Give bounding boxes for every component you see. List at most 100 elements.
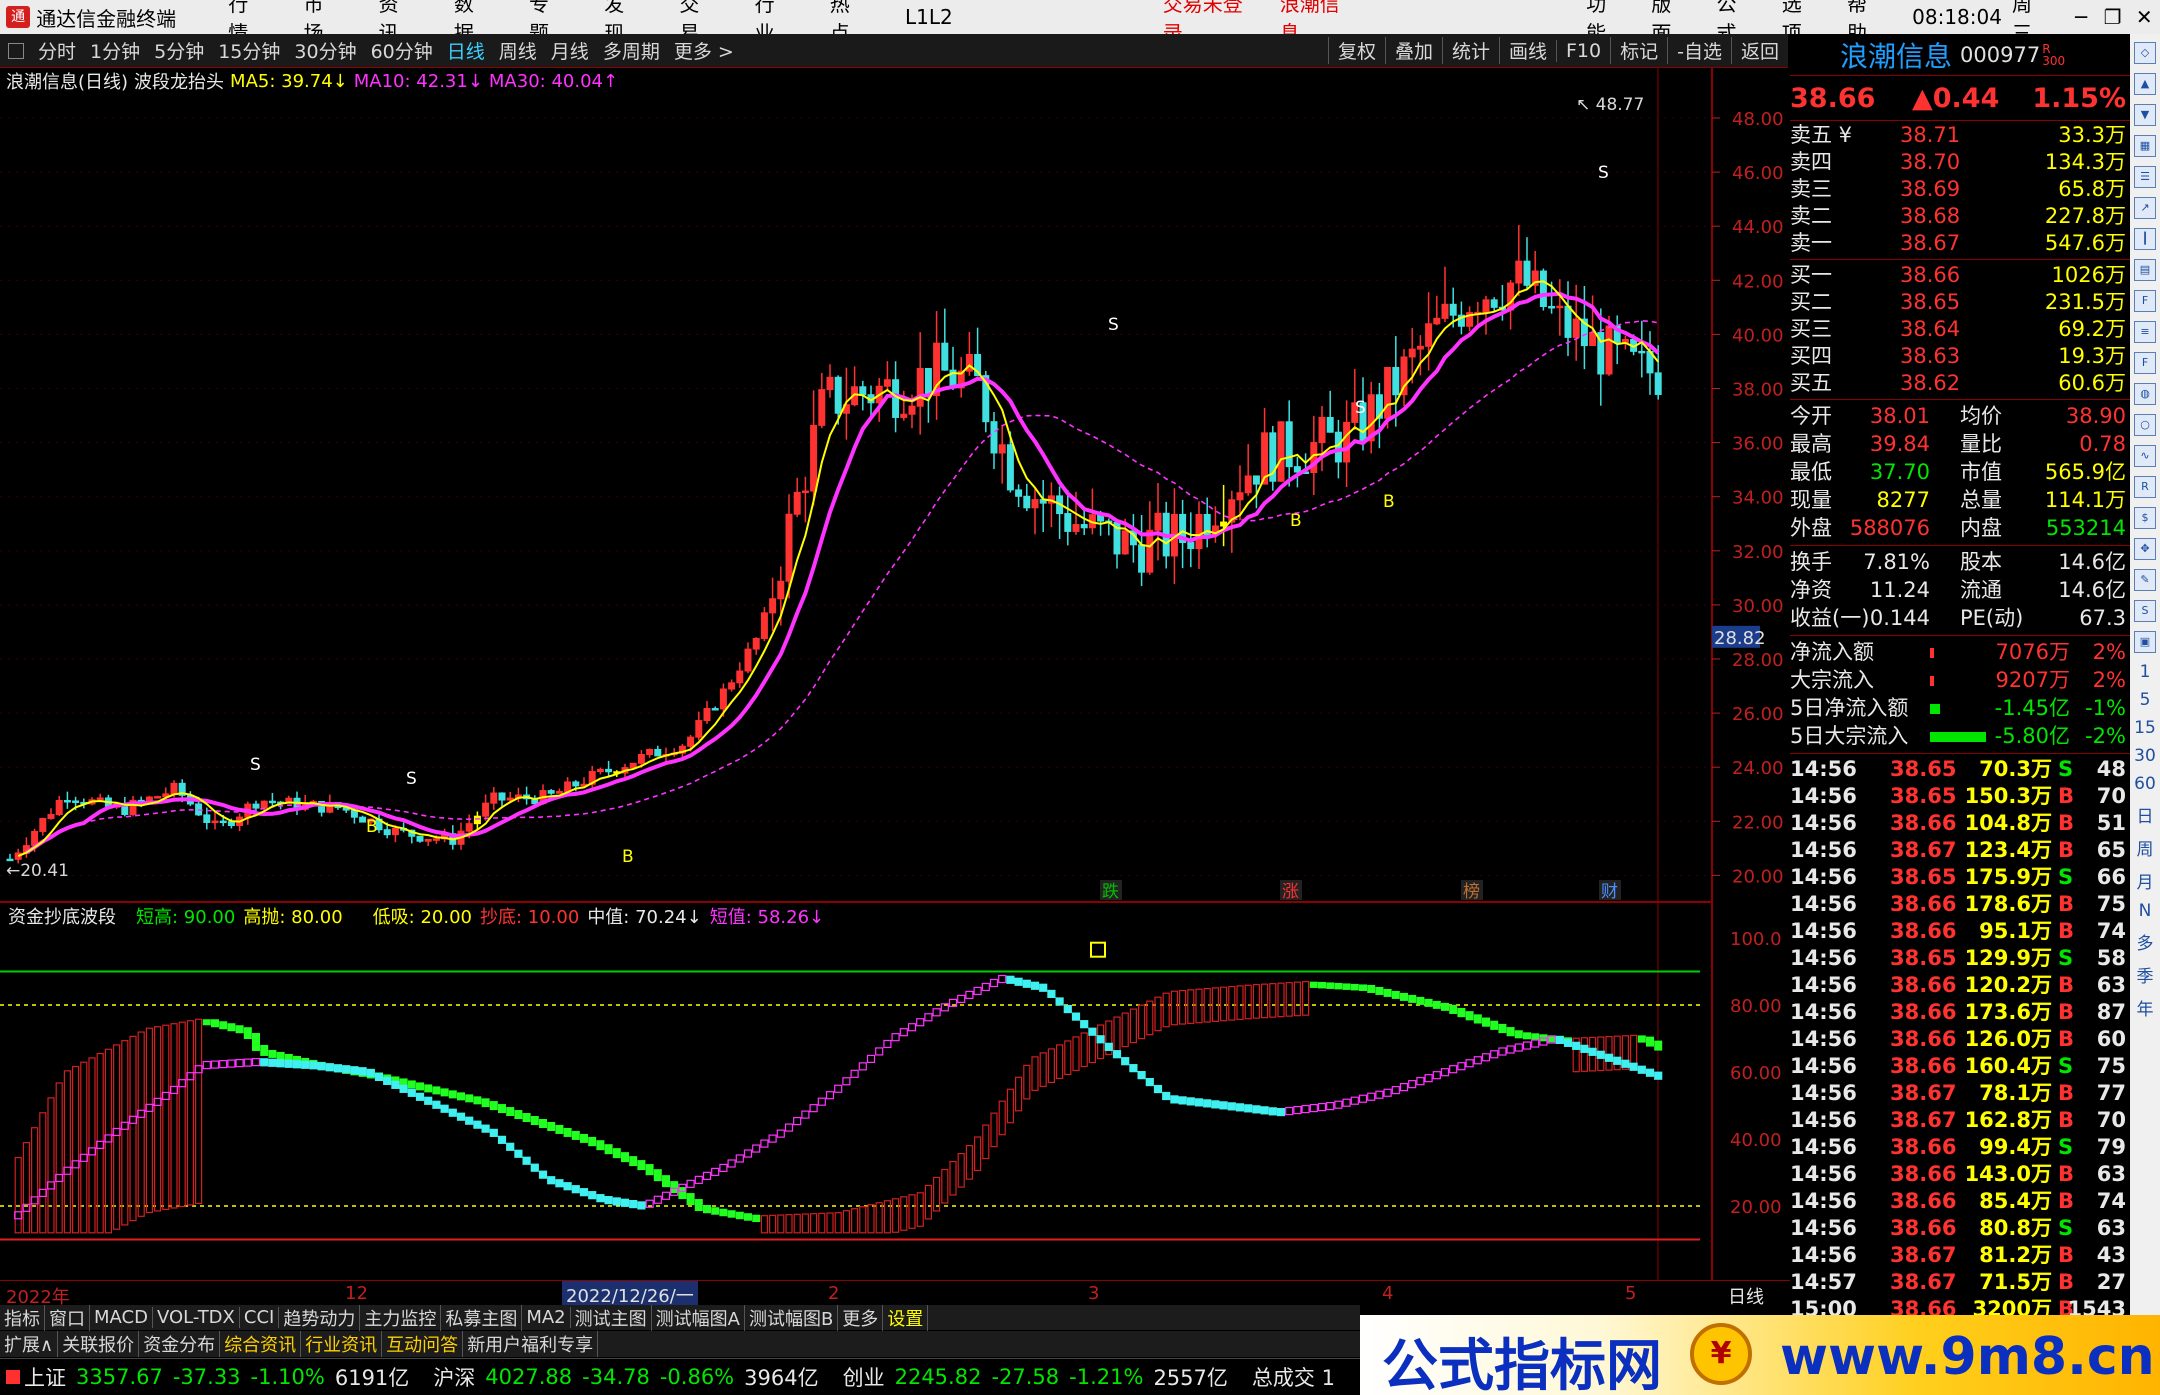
indicator-tab[interactable]: 指标 xyxy=(0,1304,45,1331)
f10-button[interactable]: F10 xyxy=(1556,39,1610,62)
indicator-tab[interactable]: 私募主图 xyxy=(441,1304,523,1331)
fuquan-button[interactable]: 复权 xyxy=(1327,37,1385,64)
ask-row[interactable]: 卖二 38.68 227.8万 xyxy=(1790,203,2130,230)
index-field[interactable]: 创业 xyxy=(843,1362,885,1392)
sidebar-1[interactable]: 1 xyxy=(2130,662,2160,682)
index-field[interactable]: 上证 xyxy=(24,1362,66,1392)
mark-button[interactable]: 标记 xyxy=(1610,37,1667,64)
list-icon[interactable]: ≡ xyxy=(2134,321,2156,343)
pen-icon[interactable]: ✎ xyxy=(2134,569,2156,591)
indicator-tab[interactable]: 测试幅图A xyxy=(652,1304,745,1331)
tab-period-day[interactable]: 日线 xyxy=(447,37,485,64)
indicator-tab[interactable]: MA2 xyxy=(522,1307,571,1328)
tab-period-multi[interactable]: 多周期 xyxy=(603,37,660,64)
tab-period-fenshi[interactable]: 分时 xyxy=(38,37,76,64)
sidebar-quarter[interactable]: 季 xyxy=(2130,962,2160,987)
tab-period-more[interactable]: 更多 > xyxy=(674,37,734,64)
indicator-name[interactable]: 资金抄底波段 xyxy=(8,903,116,929)
extension-tab[interactable]: 新用户福利专享 xyxy=(463,1331,599,1357)
tab-period-month[interactable]: 月线 xyxy=(551,37,589,64)
restore-icon[interactable]: ❐ xyxy=(2097,5,2129,29)
sidebar-year[interactable]: 年 xyxy=(2130,995,2160,1020)
collapse-icon[interactable]: ◇ xyxy=(2134,42,2156,64)
stats-button[interactable]: 统计 xyxy=(1441,37,1499,64)
indicator-tab[interactable]: 窗口 xyxy=(45,1304,90,1331)
sidebar-multi[interactable]: 多 xyxy=(2130,929,2160,954)
tab-period-60min[interactable]: 60分钟 xyxy=(371,37,433,64)
tab-period-week[interactable]: 周线 xyxy=(499,37,537,64)
menu-item-l1l2[interactable]: L1L2 xyxy=(905,5,953,29)
bar-chart-icon[interactable]: ▦ xyxy=(2134,135,2156,157)
extension-tab[interactable]: 扩展∧ xyxy=(0,1331,59,1357)
sidebar-60[interactable]: 60 xyxy=(2130,774,2160,794)
table-icon[interactable]: ☰ xyxy=(2134,166,2156,188)
grid-icon[interactable]: ▤ xyxy=(2134,259,2156,281)
close-icon[interactable]: ✕ xyxy=(2128,5,2160,29)
short-mark xyxy=(711,1167,720,1177)
indicator-tab[interactable]: 设置 xyxy=(883,1304,929,1331)
extension-tab[interactable]: 行业资讯 xyxy=(301,1331,383,1357)
f10-icon[interactable]: F xyxy=(2134,352,2156,374)
index-field: 4027.88 xyxy=(485,1365,573,1389)
sidebar-week[interactable]: 周 xyxy=(2130,835,2160,860)
board-icon[interactable]: ▣ xyxy=(2134,631,2156,653)
rsi-icon[interactable]: R xyxy=(2134,476,2156,498)
indicator-tab[interactable]: 测试主图 xyxy=(571,1304,652,1331)
tab-period-5min[interactable]: 5分钟 xyxy=(154,37,204,64)
extension-tab[interactable]: 互动问答 xyxy=(382,1331,464,1357)
up-arrow-icon[interactable]: ▲ xyxy=(2134,73,2156,95)
indicator-tab[interactable]: CCI xyxy=(240,1307,280,1328)
sidebar-15[interactable]: 15 xyxy=(2130,718,2160,738)
overlay-button[interactable]: 叠加 xyxy=(1384,37,1442,64)
tab-period-30min[interactable]: 30分钟 xyxy=(294,37,356,64)
sidebar-30[interactable]: 30 xyxy=(2130,746,2160,766)
indicator-tab[interactable]: 测试幅图B xyxy=(745,1304,839,1331)
draw-button[interactable]: 画线 xyxy=(1498,37,1556,64)
bid-row[interactable]: 买二 38.65 231.5万 xyxy=(1790,289,2130,316)
minimize-icon[interactable]: ─ xyxy=(2065,5,2097,29)
wave-icon[interactable]: ∿ xyxy=(2134,445,2156,467)
kline-chart-area[interactable]: ↖ 48.77 ←20.41 S S S S S B B B B 跌 涨 榜 财 48.00 46.00 44.… xyxy=(0,68,1790,1280)
ask-row[interactable]: 卖三 38.69 65.8万 xyxy=(1790,176,2130,203)
kline-icon[interactable]: ┃ xyxy=(2134,228,2156,250)
down-arrow-icon[interactable]: ▼ xyxy=(2134,104,2156,126)
short-mark xyxy=(1440,1068,1450,1077)
sidebar-n[interactable]: N xyxy=(2130,901,2160,921)
indicator-tab[interactable]: 更多 xyxy=(838,1304,884,1331)
bid-row[interactable]: 买五 38.62 60.6万 xyxy=(1790,370,2130,397)
sidebar-month[interactable]: 月 xyxy=(2130,868,2160,893)
sidebar-day[interactable]: 日 xyxy=(2130,802,2160,827)
alarm-icon[interactable]: $ xyxy=(2134,507,2156,529)
short-mark xyxy=(1391,1086,1400,1095)
extension-tab[interactable]: 关联报价 xyxy=(58,1331,140,1357)
indicator-tab[interactable]: 趋势动力 xyxy=(279,1304,361,1331)
back-button[interactable]: 返回 xyxy=(1730,37,1788,64)
fund-icon[interactable]: F xyxy=(2134,290,2156,312)
bid-row[interactable]: 买四 38.63 19.3万 xyxy=(1790,343,2130,370)
ring-icon[interactable]: ○ xyxy=(2134,414,2156,436)
stat-label: 现量 xyxy=(1790,488,1832,512)
sidebar-5[interactable]: 5 xyxy=(2130,690,2160,710)
extension-tab[interactable]: 综合资讯 xyxy=(220,1331,302,1357)
ask-row[interactable]: 卖一 38.67 547.6万 xyxy=(1790,230,2130,257)
tab-period-1min[interactable]: 1分钟 xyxy=(90,37,140,64)
price-tick-label: 40.00 xyxy=(1732,325,1784,346)
move-icon[interactable]: ✥ xyxy=(2134,538,2156,560)
panel-toggle-icon[interactable] xyxy=(8,42,24,59)
tick-time: 14:57 xyxy=(1790,1270,1857,1294)
remove-favorite-button[interactable]: -自选 xyxy=(1667,37,1731,64)
trend-icon[interactable]: ↗ xyxy=(2134,197,2156,219)
s-icon[interactable]: S xyxy=(2134,600,2156,622)
extension-tab[interactable]: 资金分布 xyxy=(139,1331,221,1357)
indicator-tab[interactable]: MACD xyxy=(90,1307,153,1328)
ask-row[interactable]: 卖四 38.70 134.3万 xyxy=(1790,149,2130,176)
ask-row[interactable]: 卖五 ¥ 38.71 33.3万 xyxy=(1790,122,2130,149)
indicator-tab[interactable]: 主力监控 xyxy=(360,1304,442,1331)
mid-bar-down xyxy=(612,1148,621,1159)
tab-period-15min[interactable]: 15分钟 xyxy=(218,37,280,64)
bid-row[interactable]: 买三 38.64 69.2万 xyxy=(1790,316,2130,343)
zone-icon[interactable]: ◍ xyxy=(2134,383,2156,405)
indicator-tab[interactable]: VOL-TDX xyxy=(153,1307,240,1328)
bid-row[interactable]: 买一 38.66 1026万 xyxy=(1790,262,2130,289)
index-field[interactable]: 沪深 xyxy=(433,1362,475,1392)
